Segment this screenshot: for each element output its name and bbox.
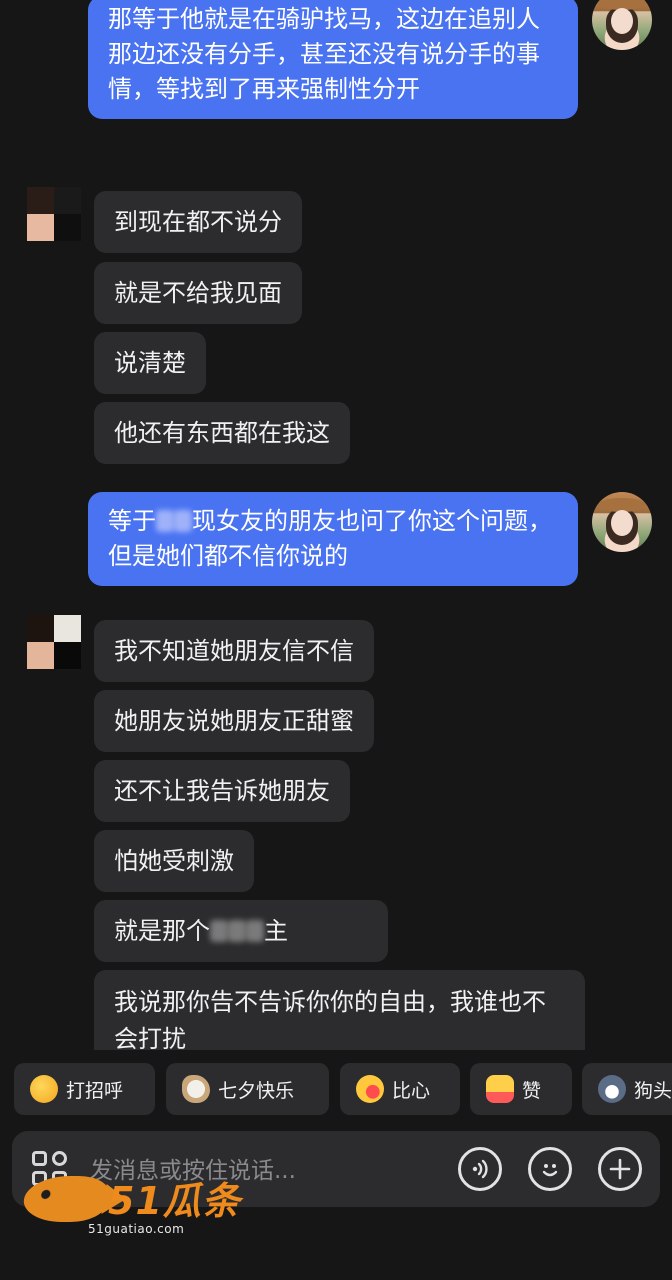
fish-logo-icon: [19, 1176, 113, 1222]
redacted-blur: [210, 920, 228, 942]
message-text: 她朋友说她朋友正甜蜜: [114, 707, 354, 735]
contact-avatar[interactable]: [27, 615, 81, 669]
dog-head-icon: [598, 1075, 626, 1103]
message-text: 他还有东西都在我这: [114, 419, 330, 447]
incoming-message-bubble[interactable]: 到现在都不说分: [94, 191, 302, 253]
incoming-message-bubble[interactable]: 就是那个 主: [94, 900, 388, 962]
message-text-start: 就是那个: [114, 917, 210, 945]
smile-wave-icon: [30, 1075, 58, 1103]
plus-icon: [609, 1158, 631, 1180]
incoming-message-bubble[interactable]: 她朋友说她朋友正甜蜜: [94, 690, 374, 752]
emoji-smile-icon: [542, 1164, 558, 1177]
chip-label: 比心: [392, 1079, 431, 1102]
voice-wave-icon: [472, 1159, 488, 1179]
chat-messages[interactable]: 那等于他就是在骑驴找马，这边在追别人那边还没有分手，甚至还没有说分手的事情，等找…: [0, 0, 672, 1050]
my-avatar[interactable]: [592, 492, 652, 552]
message-text-end: 主: [264, 917, 288, 945]
incoming-message-bubble[interactable]: 怕她受刺激: [94, 830, 254, 892]
voice-button[interactable]: [458, 1147, 502, 1191]
outgoing-message-bubble[interactable]: 等于 现女友的朋友也问了你这个问题，但是她们都不信你说的: [88, 492, 578, 586]
quick-reply-bar[interactable]: 打招呼 七夕快乐 比心 赞 狗头: [0, 1063, 672, 1119]
incoming-message-bubble[interactable]: 还不让我告诉她朋友: [94, 760, 350, 822]
incoming-message-bubble[interactable]: 我不知道她朋友信不信: [94, 620, 374, 682]
incoming-message-bubble[interactable]: 他还有东西都在我这: [94, 402, 350, 464]
thumbs-up-icon: [486, 1075, 514, 1103]
site-watermark: 51瓜条 51guatiao.com: [19, 1170, 244, 1242]
chip-label: 狗头: [634, 1079, 672, 1102]
quick-reply-chip[interactable]: 七夕快乐: [166, 1063, 329, 1115]
message-text: 我不知道她朋友信不信: [114, 637, 354, 665]
incoming-message-bubble[interactable]: 我说那你告不告诉你你的自由，我谁也不会打扰: [94, 970, 585, 1050]
heart-hand-icon: [356, 1075, 384, 1103]
message-text: 我说那你告不告诉你你的自由，我谁也不会打扰: [114, 988, 546, 1050]
outgoing-message-bubble[interactable]: 那等于他就是在骑驴找马，这边在追别人那边还没有分手，甚至还没有说分手的事情，等找…: [88, 0, 578, 119]
quick-reply-chip[interactable]: 比心: [340, 1063, 460, 1115]
contact-avatar[interactable]: [27, 187, 81, 241]
message-text: 说清楚: [114, 349, 186, 377]
quick-reply-chip[interactable]: 狗头: [582, 1063, 672, 1115]
message-text: 到现在都不说分: [114, 208, 282, 236]
emoji-button[interactable]: [528, 1147, 572, 1191]
chip-label: 打招呼: [66, 1079, 124, 1102]
incoming-message-bubble[interactable]: 说清楚: [94, 332, 206, 394]
message-text: 就是不给我见面: [114, 279, 282, 307]
redacted-blur: [246, 920, 264, 942]
watermark-domain: 51guatiao.com: [88, 1222, 185, 1236]
redacted-blur: [228, 920, 246, 942]
watermark-brand: 51瓜条: [108, 1179, 241, 1223]
redacted-blur: [174, 510, 192, 532]
quick-reply-chip[interactable]: 赞: [470, 1063, 572, 1115]
bird-icon: [182, 1075, 210, 1103]
message-text-start: 等于: [108, 507, 156, 535]
message-text: 还不让我告诉她朋友: [114, 777, 330, 805]
chip-label: 赞: [522, 1079, 542, 1102]
redacted-blur: [156, 510, 174, 532]
more-plus-button[interactable]: [598, 1147, 642, 1191]
chip-label: 七夕快乐: [218, 1079, 295, 1102]
my-avatar[interactable]: [592, 0, 652, 50]
message-text: 怕她受刺激: [114, 847, 234, 875]
message-text: 那等于他就是在骑驴找马，这边在追别人那边还没有分手，甚至还没有说分手的事情，等找…: [108, 5, 540, 103]
quick-reply-chip[interactable]: 打招呼: [14, 1063, 155, 1115]
incoming-message-bubble[interactable]: 就是不给我见面: [94, 262, 302, 324]
